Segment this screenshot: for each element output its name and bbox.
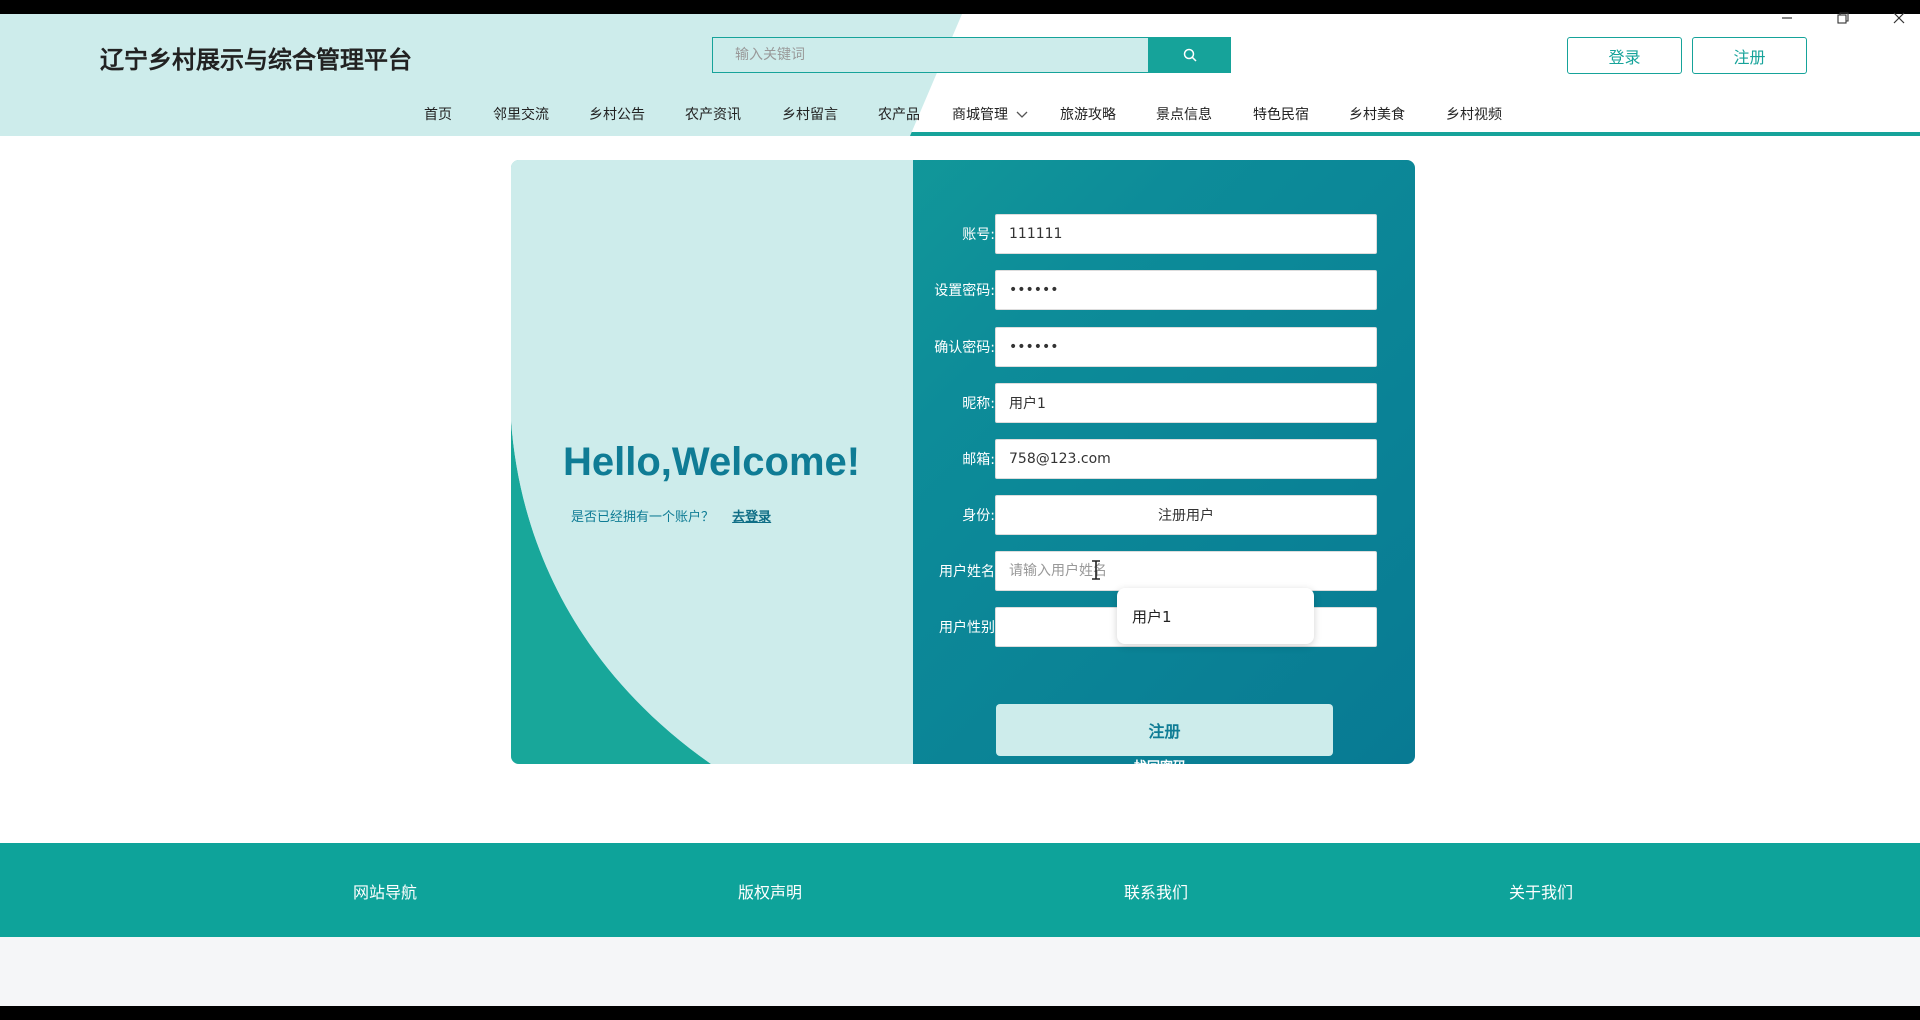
footer-copyright[interactable]: 版权声明 [738, 879, 802, 903]
account-input[interactable] [995, 214, 1377, 254]
nav-item-travel[interactable]: 旅游攻略 [1060, 104, 1116, 124]
confirm-password-label: 确认密码: [934, 340, 995, 356]
username-input[interactable] [995, 551, 1377, 591]
site-footer: 网站导航 版权声明 联系我们 关于我们 [0, 843, 1920, 937]
footer-contact[interactable]: 联系我们 [1124, 879, 1188, 903]
nav-item-neighbor[interactable]: 邻里交流 [493, 104, 549, 124]
nav-item-homestay[interactable]: 特色民宿 [1253, 104, 1309, 124]
footer-site-nav[interactable]: 网站导航 [353, 879, 417, 903]
minimize-button[interactable] [1772, 6, 1802, 30]
nav-item-products[interactable]: 农产品 [878, 104, 920, 124]
go-login-link[interactable]: 去登录 [732, 510, 771, 525]
welcome-title: Hello,Welcome! [563, 440, 861, 484]
submit-register-button[interactable]: 注册 [996, 704, 1333, 756]
form-row-password: 设置密码: [913, 270, 1415, 310]
autocomplete-option[interactable]: 用户1 [1117, 588, 1314, 644]
email-label: 邮箱: [962, 452, 995, 468]
restore-button[interactable] [1828, 6, 1858, 30]
main-nav: 首页 邻里交流 乡村公告 农产资讯 乡村留言 农产品 商城管理 旅游攻略 景点信… [0, 104, 1920, 128]
search-button[interactable] [1148, 37, 1231, 73]
nav-item-food[interactable]: 乡村美食 [1349, 104, 1405, 124]
search-icon [1183, 48, 1197, 62]
close-icon [1893, 12, 1905, 24]
nickname-input[interactable] [995, 383, 1377, 423]
nav-item-messages[interactable]: 乡村留言 [782, 104, 838, 124]
chevron-down-icon [1016, 111, 1028, 118]
register-card: Hello,Welcome! 是否已经拥有一个账户？ 去登录 账号: 设置密码:… [511, 160, 1415, 764]
email-input[interactable] [995, 439, 1377, 479]
close-button[interactable] [1884, 6, 1914, 30]
password-label: 设置密码: [934, 283, 995, 299]
nickname-label: 昵称: [962, 396, 995, 412]
form-row-email: 邮箱: [913, 439, 1415, 479]
form-row-nickname: 昵称: [913, 383, 1415, 423]
footer-bottom-bar [0, 937, 1920, 1006]
form-row-username: 用户姓名 [913, 551, 1415, 591]
minimize-icon [1782, 17, 1792, 19]
nav-item-video[interactable]: 乡村视频 [1446, 104, 1502, 124]
have-account-text: 是否已经拥有一个账户？ [571, 510, 715, 525]
role-label: 身份: [962, 508, 995, 524]
nav-item-notice[interactable]: 乡村公告 [589, 104, 645, 124]
nav-item-scenic[interactable]: 景点信息 [1156, 104, 1212, 124]
welcome-subtitle: 是否已经拥有一个账户？ 去登录 [571, 506, 771, 525]
register-button[interactable]: 注册 [1692, 37, 1807, 74]
nav-item-mall-label: 商城管理 [952, 107, 1008, 123]
username-label: 用户姓名 [939, 564, 995, 580]
form-row-confirm-password: 确认密码: [913, 327, 1415, 367]
login-button[interactable]: 登录 [1567, 37, 1682, 74]
form-row-role: 身份: 注册用户 [913, 495, 1415, 535]
nav-item-mall[interactable]: 商城管理 [952, 104, 1028, 124]
search-input[interactable] [713, 38, 1149, 72]
password-input[interactable] [995, 270, 1377, 310]
forgot-password-link[interactable]: 找回密码 [1134, 756, 1186, 764]
account-label: 账号: [962, 227, 995, 243]
nav-item-agri-news[interactable]: 农产资讯 [685, 104, 741, 124]
search-box [712, 37, 1150, 73]
gender-label: 用户性别 [939, 620, 995, 636]
form-row-account: 账号: [913, 214, 1415, 254]
site-header: 辽宁乡村展示与综合管理平台 登录 注册 首页 邻里交流 乡村公告 农产资讯 乡村… [0, 14, 1920, 136]
site-title: 辽宁乡村展示与综合管理平台 [100, 46, 412, 74]
window-controls [1748, 0, 1920, 40]
role-select[interactable]: 注册用户 [995, 495, 1377, 535]
footer-about[interactable]: 关于我们 [1509, 879, 1573, 903]
browser-viewport: 辽宁乡村展示与综合管理平台 登录 注册 首页 邻里交流 乡村公告 农产资讯 乡村… [0, 14, 1920, 1006]
nav-item-home[interactable]: 首页 [424, 104, 452, 124]
restore-icon [1837, 12, 1849, 24]
confirm-password-input[interactable] [995, 327, 1377, 367]
text-cursor-icon [1092, 560, 1100, 580]
